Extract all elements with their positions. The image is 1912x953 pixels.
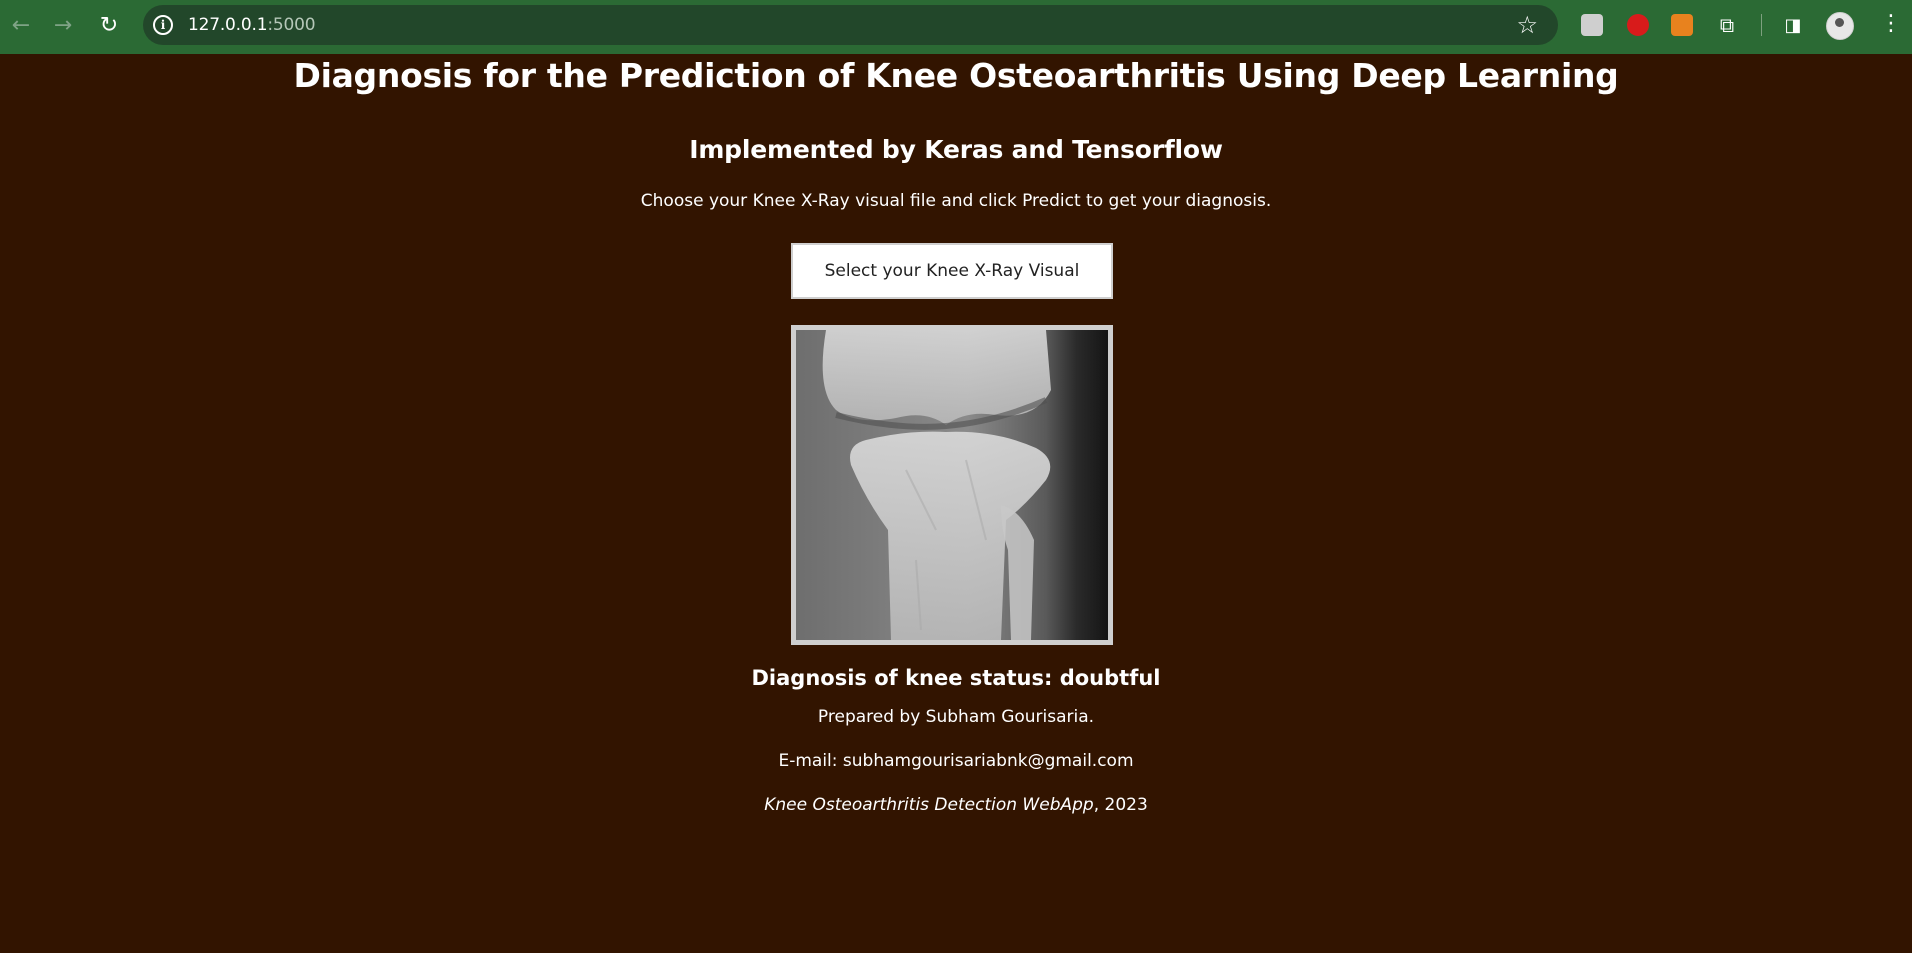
url-port: :5000 — [267, 15, 316, 35]
bookmark-star-icon[interactable]: ☆ — [1516, 11, 1538, 39]
page-title: Diagnosis for the Prediction of Knee Ost… — [293, 56, 1619, 95]
extension-icon[interactable] — [1581, 14, 1603, 36]
browser-toolbar: ← → ↻ i 127.0.0.1:5000 ☆ ⧉ ◨ ⋮ — [0, 0, 1912, 54]
forward-icon[interactable]: → — [50, 0, 76, 50]
puzzle-icon[interactable]: ⧉ — [1714, 0, 1740, 50]
footer: Knee Osteoarthritis Detection WebApp, 20… — [0, 795, 1912, 815]
footer-app-name: Knee Osteoarthritis Detection WebApp — [764, 795, 1094, 815]
site-info-icon[interactable]: i — [153, 15, 173, 35]
extension-icon[interactable] — [1671, 14, 1693, 36]
reload-icon[interactable]: ↻ — [96, 0, 122, 50]
address-bar[interactable]: i 127.0.0.1:5000 ☆ — [143, 5, 1558, 45]
page-content: Diagnosis for the Prediction of Knee Ost… — [0, 54, 1912, 953]
select-xray-button[interactable]: Select your Knee X-Ray Visual — [791, 243, 1113, 299]
extension-icon[interactable] — [1627, 14, 1649, 36]
email-text: E-mail: subhamgourisariabnk@gmail.com — [778, 751, 1134, 771]
back-icon[interactable]: ← — [8, 0, 34, 50]
instructions-text: Choose your Knee X-Ray visual file and c… — [640, 191, 1272, 211]
page-subtitle: Implemented by Keras and Tensorflow — [689, 135, 1223, 164]
prepared-by-text: Prepared by Subham Gourisaria. — [817, 707, 1095, 727]
toolbar-divider — [1761, 14, 1762, 36]
menu-icon[interactable]: ⋮ — [1880, 10, 1902, 38]
url-host: 127.0.0.1 — [188, 15, 268, 35]
xray-image — [791, 325, 1113, 645]
profile-avatar[interactable] — [1826, 12, 1854, 40]
side-panel-icon[interactable]: ◨ — [1780, 0, 1806, 50]
url-text[interactable]: 127.0.0.1:5000 — [188, 15, 316, 35]
footer-year: , 2023 — [1093, 795, 1148, 815]
knee-xray-illustration — [796, 330, 1108, 640]
diagnosis-result: Diagnosis of knee status: doubtful — [751, 666, 1161, 690]
